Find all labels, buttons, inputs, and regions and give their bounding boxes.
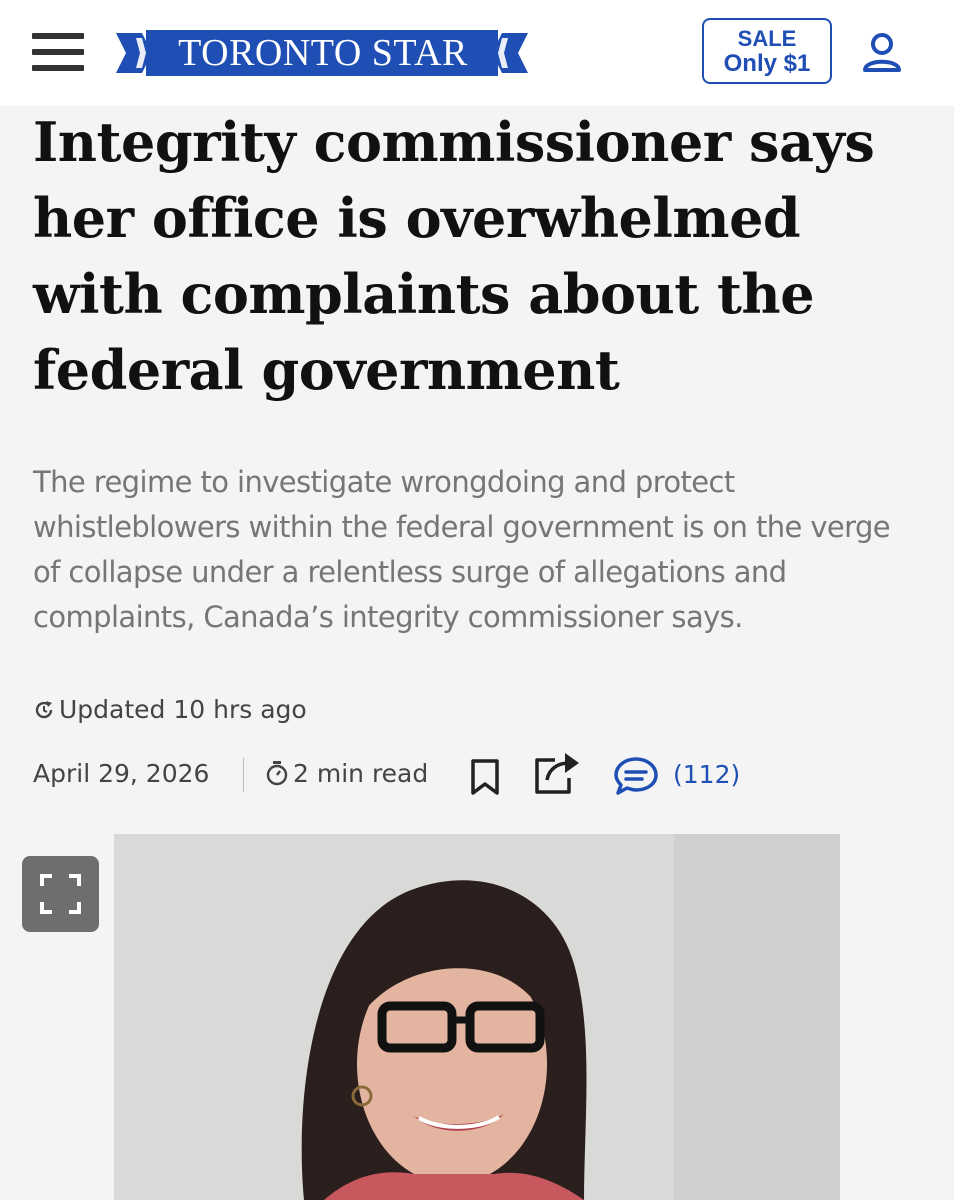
sale-price-label: Only $1 [723,50,811,77]
fullscreen-expand-icon[interactable] [22,856,99,932]
comment-bubble-icon [614,757,658,795]
publish-date: April 29, 2026 [33,759,210,788]
refresh-clock-icon [35,701,53,719]
comment-count: (112) [673,760,741,789]
article-headline: Integrity commissioner says her office i… [33,110,875,402]
read-time: 2 min read [265,750,428,798]
read-time-text: 2 min read [293,759,429,788]
article-summary: The regime to investigate wrongdoing and… [33,465,891,634]
stopwatch-icon [266,761,288,786]
article-photo [114,834,840,1200]
brand-name: TORONTO STAR [178,32,468,74]
portrait-illustration [114,834,840,1200]
top-navigation-bar: TORONTO STAR SALE Only $1 [0,0,954,106]
toronto-star-logo[interactable]: TORONTO STAR [116,30,528,76]
updated-text: Updated 10 hrs ago [59,695,307,724]
article-meta-row: April 29, 2026 2 min read (112) [33,750,933,800]
hamburger-menu-icon[interactable] [32,33,84,73]
updated-timestamp: Updated 10 hrs ago [33,690,307,730]
bookmark-icon[interactable] [470,758,500,796]
comments-button[interactable]: (112) [613,754,783,796]
meta-divider [243,758,244,792]
share-icon[interactable] [533,750,581,796]
user-account-icon[interactable] [862,32,902,74]
sale-label: SALE [737,26,797,51]
subscribe-sale-button[interactable]: SALE Only $1 [702,18,832,84]
